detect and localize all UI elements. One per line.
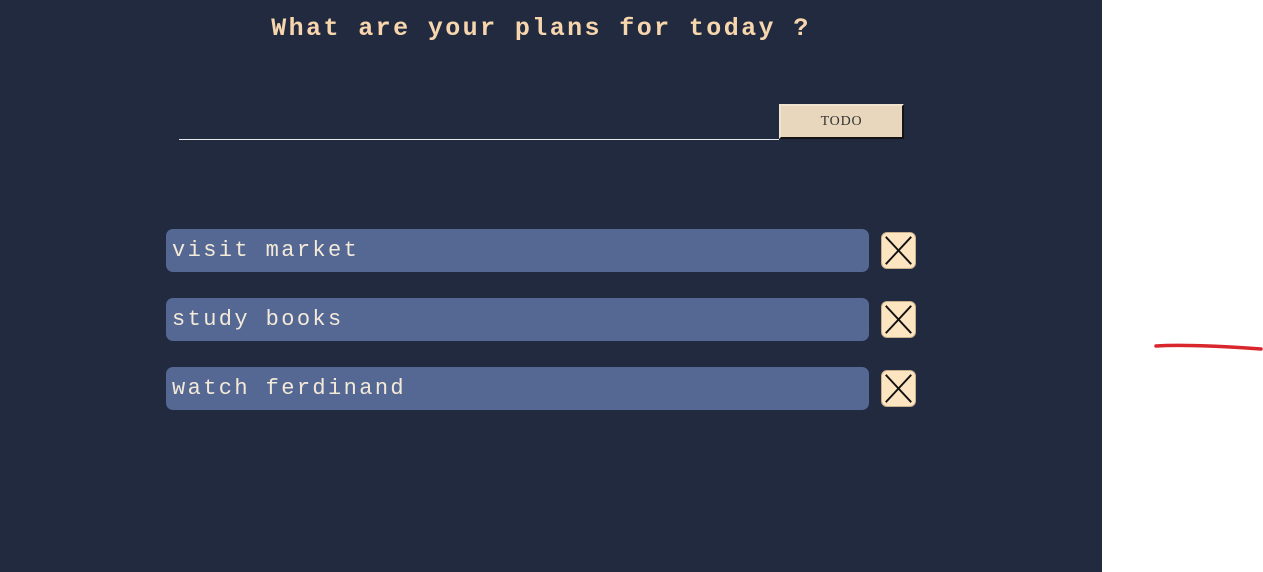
list-item: visit market [166, 229, 918, 273]
red-stroke-mark [1154, 343, 1263, 351]
close-icon [885, 236, 912, 265]
delete-todo-button[interactable] [881, 232, 916, 269]
todo-list: visit market study books watch ferdinand [166, 229, 918, 436]
todo-text[interactable]: study books [166, 298, 869, 341]
todo-text[interactable]: watch ferdinand [166, 367, 869, 410]
close-icon [885, 305, 912, 334]
app-panel: What are your plans for today ? TODO vis… [0, 0, 1102, 572]
close-icon [885, 374, 912, 403]
list-item: watch ferdinand [166, 367, 918, 411]
delete-todo-button[interactable] [881, 370, 916, 407]
delete-todo-button[interactable] [881, 301, 916, 338]
todo-text[interactable]: visit market [166, 229, 869, 272]
add-todo-button[interactable]: TODO [779, 104, 904, 139]
page-title: What are your plans for today ? [271, 14, 811, 43]
list-item: study books [166, 298, 918, 342]
todo-input[interactable] [179, 104, 779, 140]
